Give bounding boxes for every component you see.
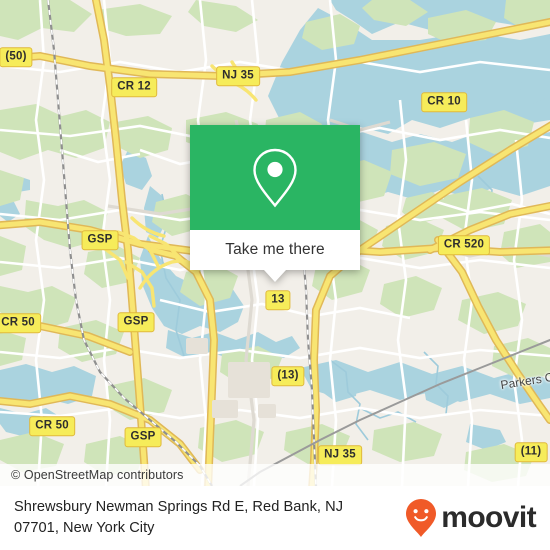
route-shield-nj35-n[interactable]: NJ 35: [216, 66, 260, 86]
route-shield-50[interactable]: (50): [0, 47, 33, 67]
route-shield-gsp-1[interactable]: GSP: [81, 230, 119, 250]
route-shield-cr12[interactable]: CR 12: [111, 77, 157, 97]
route-shield-nj35-s[interactable]: NJ 35: [318, 445, 362, 465]
moovit-wordmark: moovit: [441, 501, 536, 534]
popup-action-bar[interactable]: Take me there: [190, 230, 360, 282]
address-block: Shrewsbury Newman Springs Rd E, Red Bank…: [14, 497, 343, 539]
route-shield-gsp-2[interactable]: GSP: [117, 312, 155, 332]
location-popup-card[interactable]: Take me there: [190, 125, 360, 282]
route-shield-13[interactable]: 13: [265, 290, 291, 310]
moovit-logo[interactable]: moovit: [405, 498, 537, 538]
route-shield-11[interactable]: (11): [514, 442, 548, 462]
route-shield-cr520[interactable]: CR 520: [437, 235, 491, 255]
route-shield-cr50-2[interactable]: CR 50: [29, 416, 75, 436]
route-shield-13-alt[interactable]: (13): [271, 366, 305, 386]
osm-attribution: © OpenStreetMap contributors: [0, 464, 550, 486]
popup-header: [190, 125, 360, 230]
moovit-map-screenshot: (50) CR 12 NJ 35 CR 10 GSP CR 520 13 GSP…: [0, 0, 550, 550]
route-shield-gsp-3[interactable]: GSP: [124, 427, 162, 447]
osm-attribution-text: © OpenStreetMap contributors: [11, 468, 184, 482]
footer-bar: Shrewsbury Newman Springs Rd E, Red Bank…: [0, 486, 550, 550]
map-pin-icon: [253, 148, 297, 207]
popup-pointer-tail: [264, 270, 286, 282]
address-line-2: 07701, New York City: [14, 520, 155, 536]
route-shield-cr50-1[interactable]: CR 50: [0, 313, 41, 333]
address-line-1: Shrewsbury Newman Springs Rd E, Red Bank…: [14, 498, 344, 515]
route-shield-cr10[interactable]: CR 10: [421, 92, 467, 112]
map-canvas[interactable]: (50) CR 12 NJ 35 CR 10 GSP CR 520 13 GSP…: [0, 0, 550, 486]
moovit-pin-icon: [406, 499, 437, 537]
take-me-there-label: Take me there: [225, 241, 325, 258]
